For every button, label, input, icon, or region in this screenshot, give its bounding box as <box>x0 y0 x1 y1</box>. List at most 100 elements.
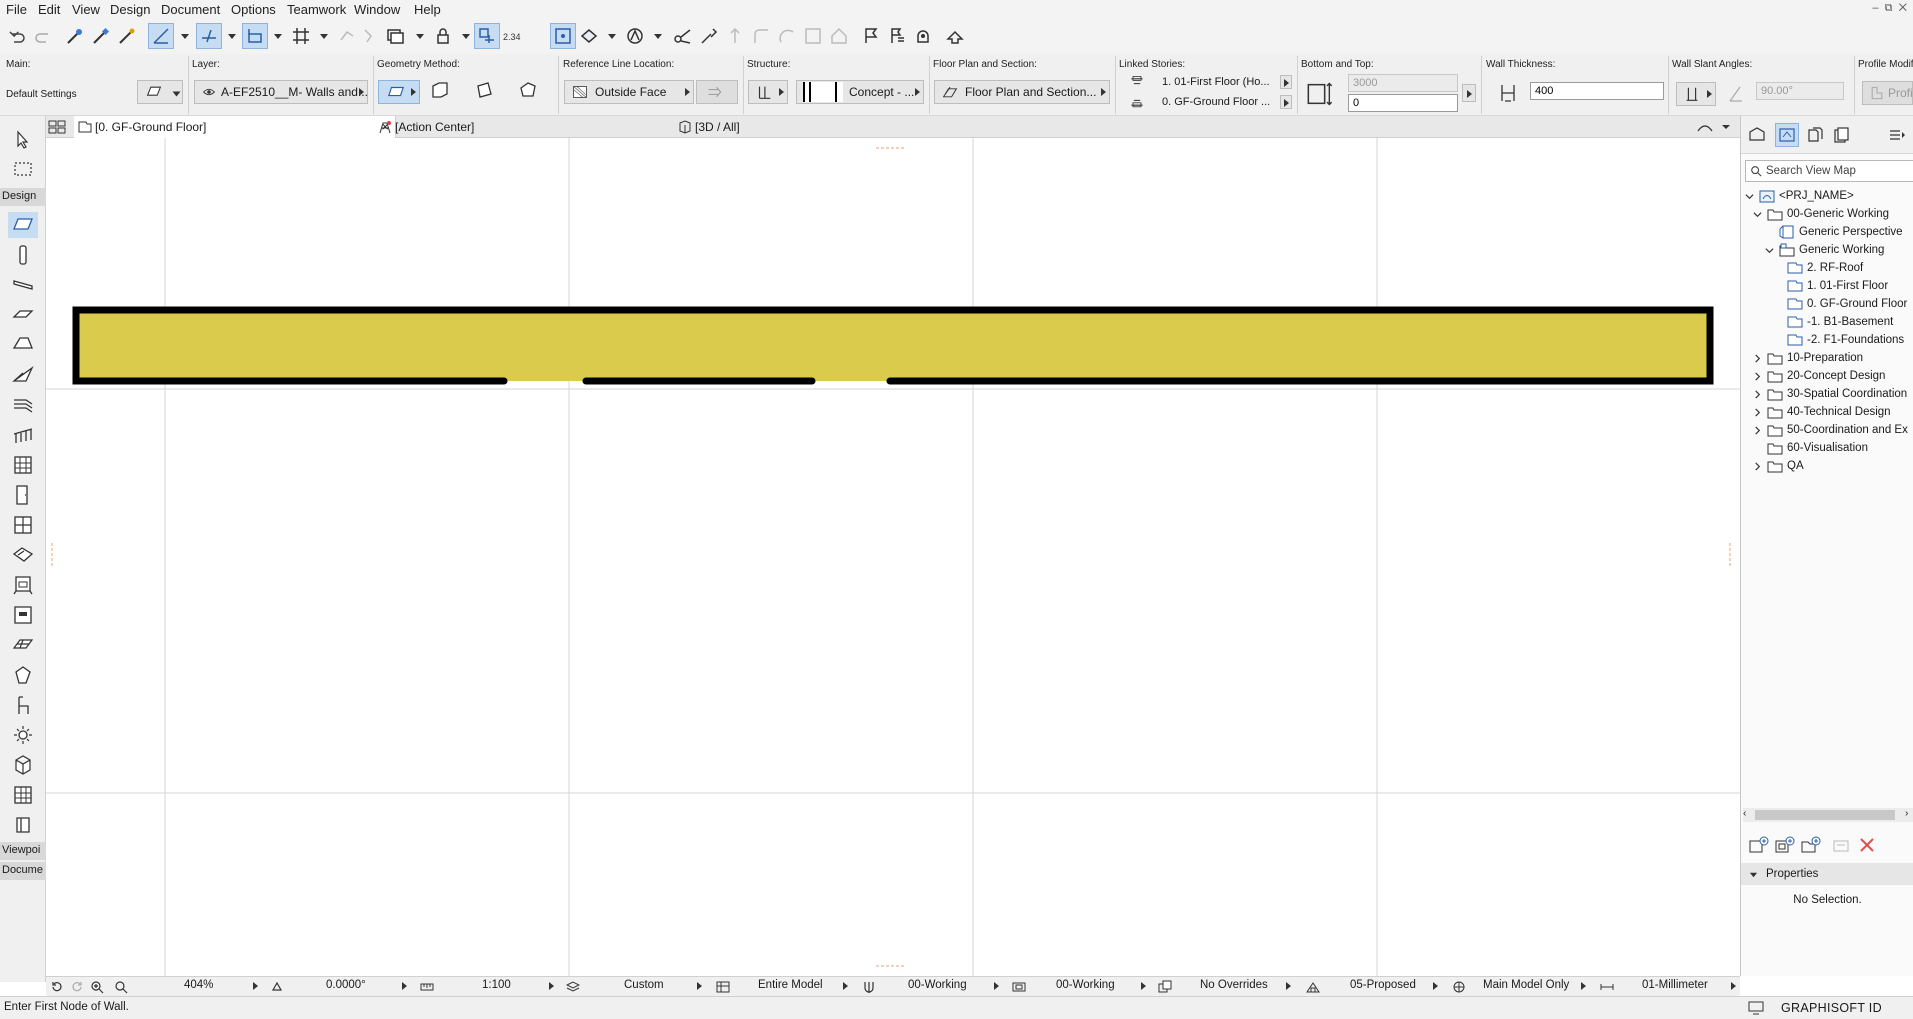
geometry-trapezoid-button[interactable] <box>430 80 460 104</box>
design-options-icon[interactable] <box>622 23 648 49</box>
share-icon[interactable] <box>942 23 968 49</box>
clone-view-icon[interactable] <box>1775 836 1795 854</box>
wall-tool[interactable] <box>8 212 38 238</box>
graphic-override-icon[interactable] <box>1158 980 1172 994</box>
zone-tool[interactable] <box>8 602 38 628</box>
arrow-tool[interactable] <box>8 127 38 153</box>
linked-top-arrow[interactable] <box>1280 75 1292 89</box>
tree-item[interactable]: 00-Generic Working <box>1752 204 1889 224</box>
monitor-icon[interactable] <box>1748 1001 1764 1015</box>
linked-bottom-story[interactable]: 0. GF-Ground Floor ... <box>1162 96 1270 108</box>
structure-display-icon[interactable] <box>1452 980 1466 994</box>
graphisoft-id[interactable]: GRAPHISOFT ID <box>1781 1001 1882 1015</box>
structure-type-button[interactable] <box>748 80 788 104</box>
layout-book-button[interactable] <box>1803 123 1827 147</box>
tree-item[interactable]: 2. RF-Roof <box>1773 258 1863 278</box>
object-tool[interactable] <box>8 572 38 598</box>
skylight-tool[interactable] <box>8 542 38 568</box>
menu-window[interactable]: Window <box>354 2 400 17</box>
project-map-button[interactable] <box>1745 123 1769 147</box>
mesh-tool[interactable] <box>8 632 38 658</box>
issue-manager-icon[interactable] <box>884 23 910 49</box>
model-view-options-value[interactable]: 00-Working <box>1056 979 1115 991</box>
morph-tool[interactable] <box>8 662 38 688</box>
elevate-icon[interactable] <box>722 23 748 49</box>
expanded-chevron-icon[interactable] <box>1764 244 1777 256</box>
expanded-chevron-icon[interactable] <box>1752 208 1765 220</box>
furniture-tool[interactable] <box>8 692 38 718</box>
scroll-left-icon[interactable]: ‹ <box>1743 808 1746 819</box>
curtain-wall-tool[interactable] <box>8 452 38 478</box>
layer-combination-value[interactable]: Custom <box>624 979 664 991</box>
fillet-icon[interactable] <box>748 23 774 49</box>
wall-fill[interactable] <box>76 310 1710 381</box>
lamp-tool[interactable] <box>8 722 38 748</box>
undo-icon[interactable] <box>4 23 30 49</box>
graphic-override-value[interactable]: No Overrides <box>1200 979 1268 991</box>
collapsed-chevron-icon[interactable] <box>1753 370 1765 382</box>
redo-view-icon[interactable] <box>70 980 84 994</box>
tree-item[interactable]: -2. F1-Foundations <box>1773 330 1904 350</box>
model-view-icon[interactable] <box>716 980 730 994</box>
collapsed-chevron-icon[interactable] <box>1753 352 1765 364</box>
scale-icon[interactable] <box>420 980 434 994</box>
slant-angle-field[interactable] <box>1756 82 1844 100</box>
bottom-offset-field[interactable] <box>1348 94 1458 112</box>
tree-item[interactable]: 50-Coordination and Ex <box>1753 420 1908 440</box>
menu-teamwork[interactable]: Teamwork <box>287 2 346 17</box>
publisher-sets-button[interactable] <box>1829 123 1853 147</box>
window-controls[interactable]: – ⧉ ✕ <box>1872 2 1907 15</box>
tree-item[interactable]: <PRJ_NAME> <box>1744 186 1854 206</box>
undo-view-icon[interactable] <box>50 980 64 994</box>
menu-view[interactable]: View <box>72 2 100 17</box>
marquee-tool[interactable] <box>8 156 38 182</box>
snap-points-icon[interactable] <box>242 23 268 49</box>
tab-3d[interactable]: [3D / All] <box>674 116 874 138</box>
suspend-groups-icon[interactable] <box>474 23 500 49</box>
eyedropper-icon[interactable] <box>88 23 114 49</box>
wall-settings-button[interactable] <box>137 80 183 104</box>
offset-icon[interactable] <box>774 23 800 49</box>
equipment-tool[interactable] <box>8 752 38 778</box>
linked-bottom-arrow[interactable] <box>1280 95 1292 109</box>
shell-tool[interactable] <box>8 362 38 388</box>
design-header[interactable]: Design <box>0 188 46 206</box>
bottom-top-more-button[interactable] <box>1462 84 1476 102</box>
renovation-value[interactable]: 05-Proposed <box>1350 979 1416 991</box>
trace-ref-icon[interactable] <box>356 23 382 49</box>
collapsed-chevron-icon[interactable] <box>1753 424 1765 436</box>
scroll-right-icon[interactable]: › <box>1905 808 1908 819</box>
wall-thickness-field[interactable] <box>1530 82 1664 100</box>
fit-in-window-icon[interactable] <box>114 980 128 994</box>
more-tools[interactable] <box>8 812 38 838</box>
menu-help[interactable]: Help <box>414 2 441 17</box>
collapsed-chevron-icon[interactable] <box>1753 388 1765 400</box>
snap-guides-icon[interactable] <box>196 23 222 49</box>
viewpoint-header[interactable]: Viewpoi <box>0 842 46 860</box>
new-folder-icon[interactable] <box>1801 836 1821 854</box>
tree-item[interactable]: Generic Perspective <box>1765 222 1903 242</box>
new-view-icon[interactable] <box>1749 836 1769 854</box>
dimension-value[interactable]: 01-Millimeter <box>1642 979 1708 991</box>
top-height-field[interactable] <box>1348 74 1458 92</box>
tree-item[interactable]: 40-Technical Design <box>1753 402 1891 422</box>
syringe-icon[interactable] <box>114 23 140 49</box>
measure-icon[interactable]: 2.34 <box>498 23 524 49</box>
menu-design[interactable]: Design <box>110 2 150 17</box>
stair-tool[interactable] <box>8 392 38 418</box>
floor-plan-section-selector[interactable]: Floor Plan and Section... <box>934 80 1110 104</box>
lock-icon[interactable] <box>430 23 456 49</box>
column-tool[interactable] <box>8 242 38 268</box>
navigator-horizontal-scrollbar[interactable]: ‹ › <box>1743 808 1913 822</box>
tree-item[interactable]: 10-Preparation <box>1753 348 1863 368</box>
roof-tool[interactable] <box>8 332 38 358</box>
tree-item[interactable]: 60-Visualisation <box>1753 438 1868 458</box>
scale-value[interactable]: 1:100 <box>482 979 511 991</box>
floor-plan-canvas[interactable] <box>46 138 1740 976</box>
geometry-double-slanted-button[interactable] <box>518 80 548 104</box>
dimension-icon[interactable] <box>1600 980 1614 994</box>
layer-combination-icon[interactable] <box>566 980 580 994</box>
tree-item[interactable]: Generic Working <box>1764 240 1884 260</box>
menu-file[interactable]: File <box>6 2 27 17</box>
door-tool[interactable] <box>8 482 38 508</box>
